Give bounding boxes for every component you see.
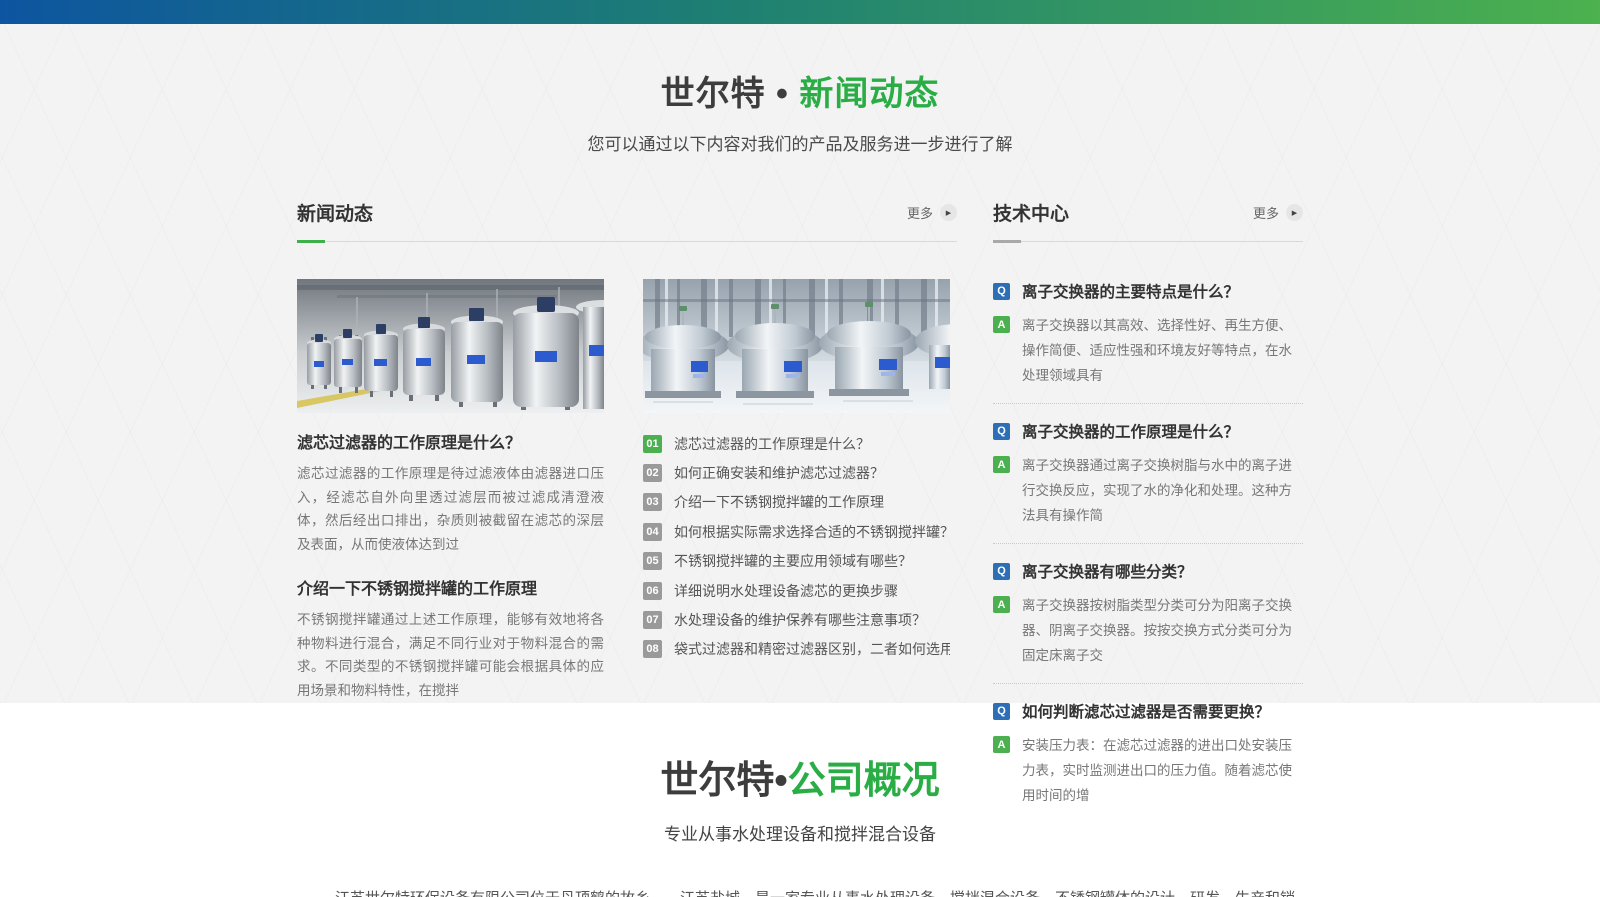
news-number-list: 01 滤芯过滤器的工作原理是什么？ 02 如何正确安装和维护滤芯过滤器？ 03 介绍一…	[643, 429, 950, 664]
qa-question-text: 如何判断滤芯过滤器是否需要更换？	[1022, 700, 1270, 722]
dotted-divider	[993, 543, 1303, 544]
news-article: 介绍一下不锈钢搅拌罐的工作原理 不锈钢搅拌罐通过上述工作原理，能够有效地将各种物…	[297, 575, 604, 702]
news-panel-divider	[297, 241, 957, 242]
news-list-item-text: 滤芯过滤器的工作原理是什么？	[674, 434, 870, 454]
news-section-subtitle: 您可以通过以下内容对我们的产品及服务进一步进行了解	[0, 130, 1600, 155]
about-title-prefix: 世尔特•	[660, 760, 787, 802]
tech-panel-header: 技术中心 更多 ▶	[993, 199, 1303, 226]
list-number-badge: 07	[643, 611, 662, 629]
qa-question-text: 离子交换器的工作原理是什么？	[1022, 420, 1239, 442]
qa-answer-text: 离子交换器以其高效、选择性好、再生方便、操作简便、适应性强和环境友好等特点，在水…	[1022, 318, 1292, 383]
news-list-item-text: 水处理设备的维护保养有哪些注意事项？	[674, 610, 926, 630]
qa-answer: A 离子交换器通过离子交换树脂与水中的离子进行交换反应，实现了水的净化和处理。这种…	[993, 453, 1303, 528]
qa-answer-text: 离子交换器通过离子交换树脂与水中的离子进行交换反应，实现了水的净化和处理。这种方…	[1022, 458, 1292, 523]
news-list-item[interactable]: 07 水处理设备的维护保养有哪些注意事项？	[643, 605, 950, 634]
news-list-item[interactable]: 03 介绍一下不锈钢搅拌罐的工作原理	[643, 488, 950, 517]
news-panel: 新闻动态 更多 ▶	[297, 199, 957, 808]
news-panel-header: 新闻动态 更多 ▶	[297, 199, 957, 226]
news-article-excerpt: 滤芯过滤器的工作原理是待过滤液体由滤器进口压入，经滤芯自外向里透过滤层而被过滤成…	[297, 462, 604, 556]
qa-question-text: 离子交换器有哪些分类？	[1022, 560, 1193, 582]
question-badge-icon: Q	[993, 563, 1010, 580]
qa-question-text: 离子交换器的主要特点是什么？	[1022, 280, 1239, 302]
news-list-item-text: 如何根据实际需求选择合适的不锈钢搅拌罐？	[674, 522, 950, 542]
news-list-item[interactable]: 01 滤芯过滤器的工作原理是什么？	[643, 429, 950, 458]
news-section: 世尔特 • 新闻动态 您可以通过以下内容对我们的产品及服务进一步进行了解 新闻动…	[0, 24, 1600, 703]
qa-block: Q 如何判断滤芯过滤器是否需要更换？ A 安装压力表：在滤芯过滤器的进出口处安装压力…	[993, 700, 1303, 808]
news-list-item[interactable]: 08 袋式过滤器和精密过滤器区别，二者如何选用	[643, 635, 950, 664]
tech-panel-divider	[993, 241, 1303, 242]
question-badge-icon: Q	[993, 703, 1010, 720]
tech-panel-heading: 技术中心	[993, 199, 1069, 226]
news-article: 滤芯过滤器的工作原理是什么？ 滤芯过滤器的工作原理是待过滤液体由滤器进口压入，经…	[297, 429, 604, 556]
qa-question[interactable]: Q 离子交换器的主要特点是什么？	[993, 280, 1303, 302]
qa-block: Q 离子交换器的工作原理是什么？ A 离子交换器通过离子交换树脂与水中的离子进行交换…	[993, 420, 1303, 528]
qa-list: Q 离子交换器的主要特点是什么？ A 离子交换器以其高效、选择性好、再生方便、操作简…	[993, 280, 1303, 808]
qa-question[interactable]: Q 离子交换器的工作原理是什么？	[993, 420, 1303, 442]
news-list-item[interactable]: 05 不锈钢搅拌罐的主要应用领域有哪些？	[643, 547, 950, 576]
news-photo-kettles[interactable]	[643, 279, 950, 413]
qa-answer-text: 安装压力表：在滤芯过滤器的进出口处安装压力表，实时监测进出口的压力值。随着滤芯使…	[1022, 738, 1292, 803]
news-list-item[interactable]: 04 如何根据实际需求选择合适的不锈钢搅拌罐？	[643, 517, 950, 546]
list-number-badge: 04	[643, 523, 662, 541]
list-number-badge: 03	[643, 493, 662, 511]
news-panel-heading: 新闻动态	[297, 199, 373, 226]
answer-badge-icon: A	[993, 456, 1010, 473]
qa-answer: A 安装压力表：在滤芯过滤器的进出口处安装压力表，实时监测进出口的压力值。随着滤芯…	[993, 733, 1303, 808]
about-section-title: 世尔特•公司概况	[0, 749, 1600, 804]
arrow-right-icon: ▶	[940, 204, 957, 221]
news-list-item-text: 不锈钢搅拌罐的主要应用领域有哪些？	[674, 551, 912, 571]
about-section-subtitle: 专业从事水处理设备和搅拌混合设备	[0, 820, 1600, 845]
qa-answer-text: 离子交换器按树脂类型分类可分为阳离子交换器、阴离子交换器。按按交换方式分类可分为…	[1022, 598, 1292, 663]
news-article-title[interactable]: 介绍一下不锈钢搅拌罐的工作原理	[297, 575, 604, 599]
news-list-item[interactable]: 06 详细说明水处理设备滤芯的更换步骤	[643, 576, 950, 605]
list-number-badge: 06	[643, 582, 662, 600]
news-title-prefix: 世尔特 •	[661, 75, 789, 113]
answer-badge-icon: A	[993, 736, 1010, 753]
qa-question[interactable]: Q 如何判断滤芯过滤器是否需要更换？	[993, 700, 1303, 722]
tech-more-label: 更多	[1253, 203, 1279, 222]
divider-accent-segment	[993, 240, 1021, 243]
tech-panel: 技术中心 更多 ▶ Q 离子交换器的主要特点是什么？ A 离子交换器以其高效、选择性…	[993, 199, 1303, 808]
list-number-badge: 08	[643, 640, 662, 658]
news-content-row: 新闻动态 更多 ▶	[297, 199, 1303, 808]
qa-answer: A 离子交换器以其高效、选择性好、再生方便、操作简便、适应性强和环境友好等特点，在…	[993, 313, 1303, 388]
question-badge-icon: Q	[993, 423, 1010, 440]
list-number-badge: 02	[643, 464, 662, 482]
news-section-title: 世尔特 • 新闻动态	[0, 66, 1600, 115]
about-paragraph: 江苏世尔特环保设备有限公司位于丹顶鹤的故乡——江苏盐城。是一家专业从事水处理设备…	[305, 881, 1295, 897]
divider-accent-segment	[297, 240, 325, 243]
news-list-item[interactable]: 02 如何正确安装和维护滤芯过滤器？	[643, 458, 950, 487]
about-title-accent: 公司概况	[788, 760, 940, 802]
answer-badge-icon: A	[993, 596, 1010, 613]
news-article-title[interactable]: 滤芯过滤器的工作原理是什么？	[297, 429, 604, 453]
news-column-articles: 滤芯过滤器的工作原理是什么？ 滤芯过滤器的工作原理是待过滤液体由滤器进口压入，经…	[297, 279, 604, 702]
list-number-badge: 01	[643, 435, 662, 453]
news-title-accent: 新闻动态	[799, 75, 939, 113]
question-badge-icon: Q	[993, 283, 1010, 300]
news-list-item-text: 袋式过滤器和精密过滤器区别，二者如何选用	[674, 639, 950, 659]
news-more-label: 更多	[907, 203, 933, 222]
qa-block: Q 离子交换器的主要特点是什么？ A 离子交换器以其高效、选择性好、再生方便、操作简…	[993, 280, 1303, 388]
news-article-excerpt: 不锈钢搅拌罐通过上述工作原理，能够有效地将各种物料进行混合，满足不同行业对于物料…	[297, 608, 604, 702]
news-more-link[interactable]: 更多 ▶	[907, 203, 957, 222]
list-number-badge: 05	[643, 552, 662, 570]
qa-block: Q 离子交换器有哪些分类？ A 离子交换器按树脂类型分类可分为阳离子交换器、阴离子交…	[993, 560, 1303, 668]
news-list-item-text: 详细说明水处理设备滤芯的更换步骤	[674, 581, 898, 601]
news-list-item-text: 介绍一下不锈钢搅拌罐的工作原理	[674, 492, 884, 512]
news-column-list: 01 滤芯过滤器的工作原理是什么？ 02 如何正确安装和维护滤芯过滤器？ 03 介绍一…	[643, 279, 950, 702]
qa-question[interactable]: Q 离子交换器有哪些分类？	[993, 560, 1303, 582]
top-gradient-bar	[0, 0, 1600, 24]
dotted-divider	[993, 683, 1303, 684]
arrow-right-icon: ▶	[1286, 204, 1303, 221]
answer-badge-icon: A	[993, 316, 1010, 333]
qa-answer: A 离子交换器按树脂类型分类可分为阳离子交换器、阴离子交换器。按按交换方式分类可分…	[993, 593, 1303, 668]
news-photo-tanks[interactable]	[297, 279, 604, 413]
tech-more-link[interactable]: 更多 ▶	[1253, 203, 1303, 222]
dotted-divider	[993, 403, 1303, 404]
news-list-item-text: 如何正确安装和维护滤芯过滤器？	[674, 463, 884, 483]
